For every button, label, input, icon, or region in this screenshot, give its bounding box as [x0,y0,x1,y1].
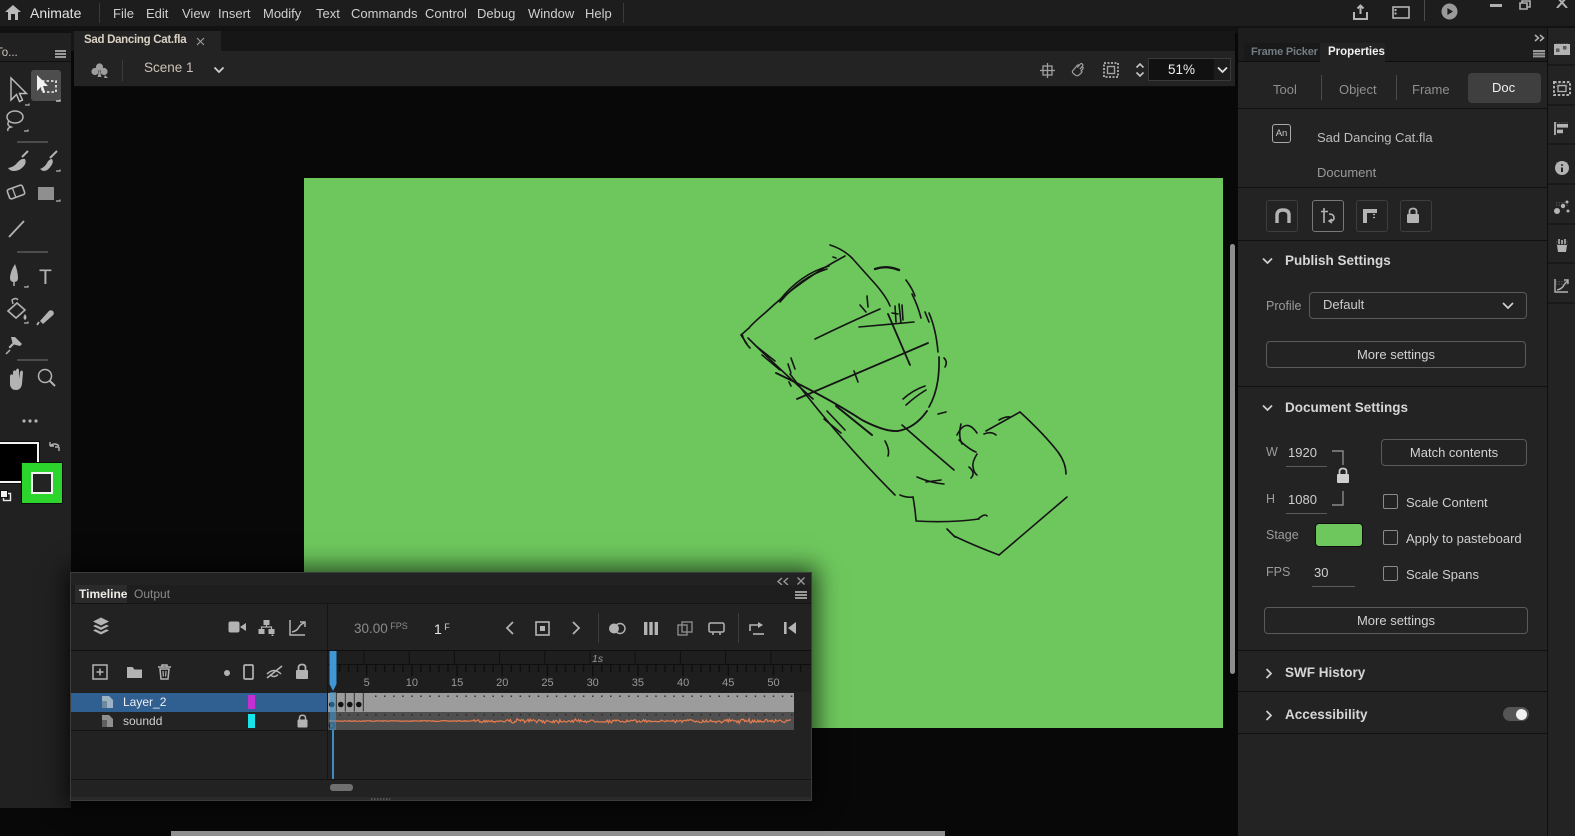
svg-text:20: 20 [496,677,508,689]
svg-text:50: 50 [767,677,779,689]
svg-text:25: 25 [541,677,553,689]
svg-text:5: 5 [364,677,370,689]
svg-text:T: T [39,266,52,289]
svg-text:15: 15 [451,677,463,689]
svg-text:10: 10 [406,677,418,689]
svg-text:1s: 1s [592,653,604,665]
svg-text:40: 40 [677,677,689,689]
svg-text:35: 35 [632,677,644,689]
svg-text:45: 45 [722,677,734,689]
svg-text:30: 30 [587,677,599,689]
